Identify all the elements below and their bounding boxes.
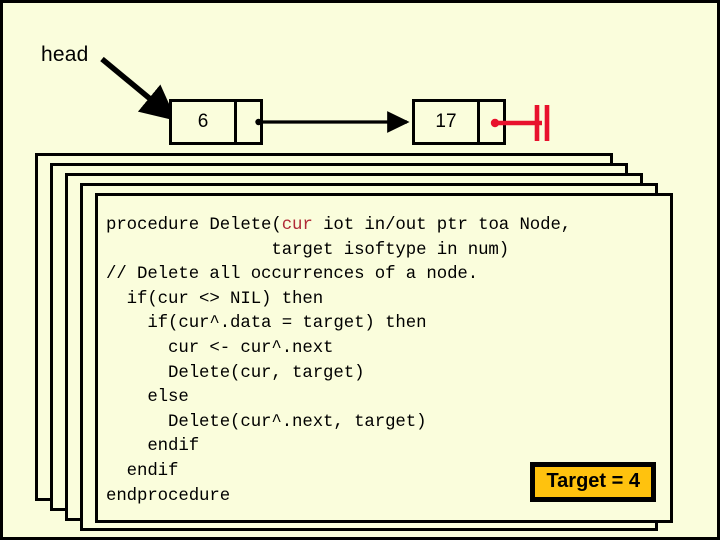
code-line: else (106, 388, 189, 408)
head-label: head (41, 43, 89, 66)
code-line: // Delete all occurrences of a node. (106, 265, 479, 285)
code-card-front: procedure Delete(cur iot in/out ptr toa … (95, 193, 673, 523)
nil-ground-icon (490, 105, 550, 141)
code-line: Delete(cur^.next, target) (106, 412, 427, 432)
highlighted-token: cur (281, 216, 313, 235)
code-line: target isoftype in num) (106, 240, 510, 260)
code-line: if(cur^.data = target) then (106, 314, 427, 334)
node-data-cell: 17 (435, 111, 457, 132)
list-node: 6 (169, 99, 263, 145)
slide-canvas: head 6 17 procedure Delete(cur iot in/ou… (0, 0, 720, 540)
code-line: cur <- cur^.next (106, 338, 334, 358)
code-line: if(cur <> NIL) then (106, 289, 324, 309)
code-line: procedure Delete(cur iot in/out ptr toa … (106, 216, 572, 235)
code-line: Delete(cur, target) (106, 363, 365, 383)
link-arrow-icon (255, 111, 410, 133)
code-line: endif (106, 437, 200, 457)
target-badge: Target = 4 (530, 462, 656, 502)
node-data-cell: 6 (197, 111, 209, 132)
